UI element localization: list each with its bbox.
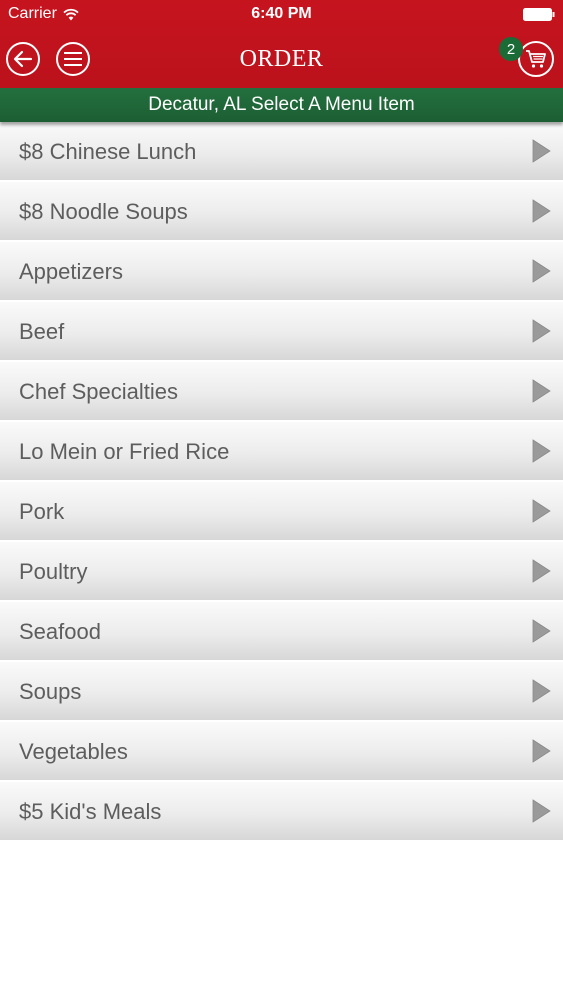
- menu-item-label: Appetizers: [19, 259, 123, 284]
- menu-item-label: Beef: [19, 319, 65, 344]
- page-title: ORDER: [239, 46, 324, 72]
- menu-item-seafood[interactable]: Seafood: [0, 602, 563, 660]
- location-bar: Decatur, AL Select A Menu Item: [0, 88, 563, 122]
- menu-item-label: Chef Specialties: [19, 379, 178, 404]
- menu-item-poultry[interactable]: Poultry: [0, 542, 563, 600]
- menu-item-label: Poultry: [19, 559, 88, 584]
- cart-count-badge: 2: [499, 37, 523, 61]
- menu-category-list: $8 Chinese Lunch $8 Noodle Soups Appetiz…: [0, 122, 563, 842]
- menu-item-pork[interactable]: Pork: [0, 482, 563, 540]
- shopping-cart-icon: [526, 50, 546, 68]
- menu-item-label: Seafood: [19, 619, 101, 644]
- triangle-right-icon: [532, 199, 551, 223]
- triangle-right-icon: [532, 559, 551, 583]
- menu-item-vegetables[interactable]: Vegetables: [0, 722, 563, 780]
- cart-button[interactable]: [518, 41, 554, 77]
- menu-item-label: Soups: [19, 679, 82, 704]
- triangle-right-icon: [532, 739, 551, 763]
- triangle-right-icon: [532, 679, 551, 703]
- menu-item-chinese-lunch[interactable]: $8 Chinese Lunch: [0, 122, 563, 180]
- triangle-right-icon: [532, 439, 551, 463]
- menu-item-kids-meals[interactable]: $5 Kid's Meals: [0, 782, 563, 840]
- menu-item-lo-mein-fried-rice[interactable]: Lo Mein or Fried Rice: [0, 422, 563, 480]
- menu-item-noodle-soups[interactable]: $8 Noodle Soups: [0, 182, 563, 240]
- triangle-right-icon: [532, 139, 551, 163]
- order-screen: Carrier 6:40 PM ORDER 2 Decatur, AL Sele…: [0, 0, 563, 1000]
- menu-item-label: $8 Chinese Lunch: [19, 139, 197, 164]
- triangle-right-icon: [532, 619, 551, 643]
- menu-item-beef[interactable]: Beef: [0, 302, 563, 360]
- top-bar: Carrier 6:40 PM ORDER 2: [0, 0, 563, 88]
- menu-item-appetizers[interactable]: Appetizers: [0, 242, 563, 300]
- menu-item-label: $5 Kid's Meals: [19, 799, 162, 824]
- triangle-right-icon: [532, 379, 551, 403]
- triangle-right-icon: [532, 319, 551, 343]
- menu-item-label: $8 Noodle Soups: [19, 199, 188, 224]
- triangle-right-icon: [532, 499, 551, 523]
- triangle-right-icon: [532, 259, 551, 283]
- status-time: 6:40 PM: [251, 5, 312, 22]
- menu-item-label: Lo Mein or Fried Rice: [19, 439, 230, 464]
- menu-item-label: Pork: [19, 499, 65, 524]
- menu-item-soups[interactable]: Soups: [0, 662, 563, 720]
- battery-icon: [523, 8, 555, 21]
- menu-item-label: Vegetables: [19, 739, 128, 764]
- triangle-right-icon: [532, 799, 551, 823]
- menu-item-chef-specialties[interactable]: Chef Specialties: [0, 362, 563, 420]
